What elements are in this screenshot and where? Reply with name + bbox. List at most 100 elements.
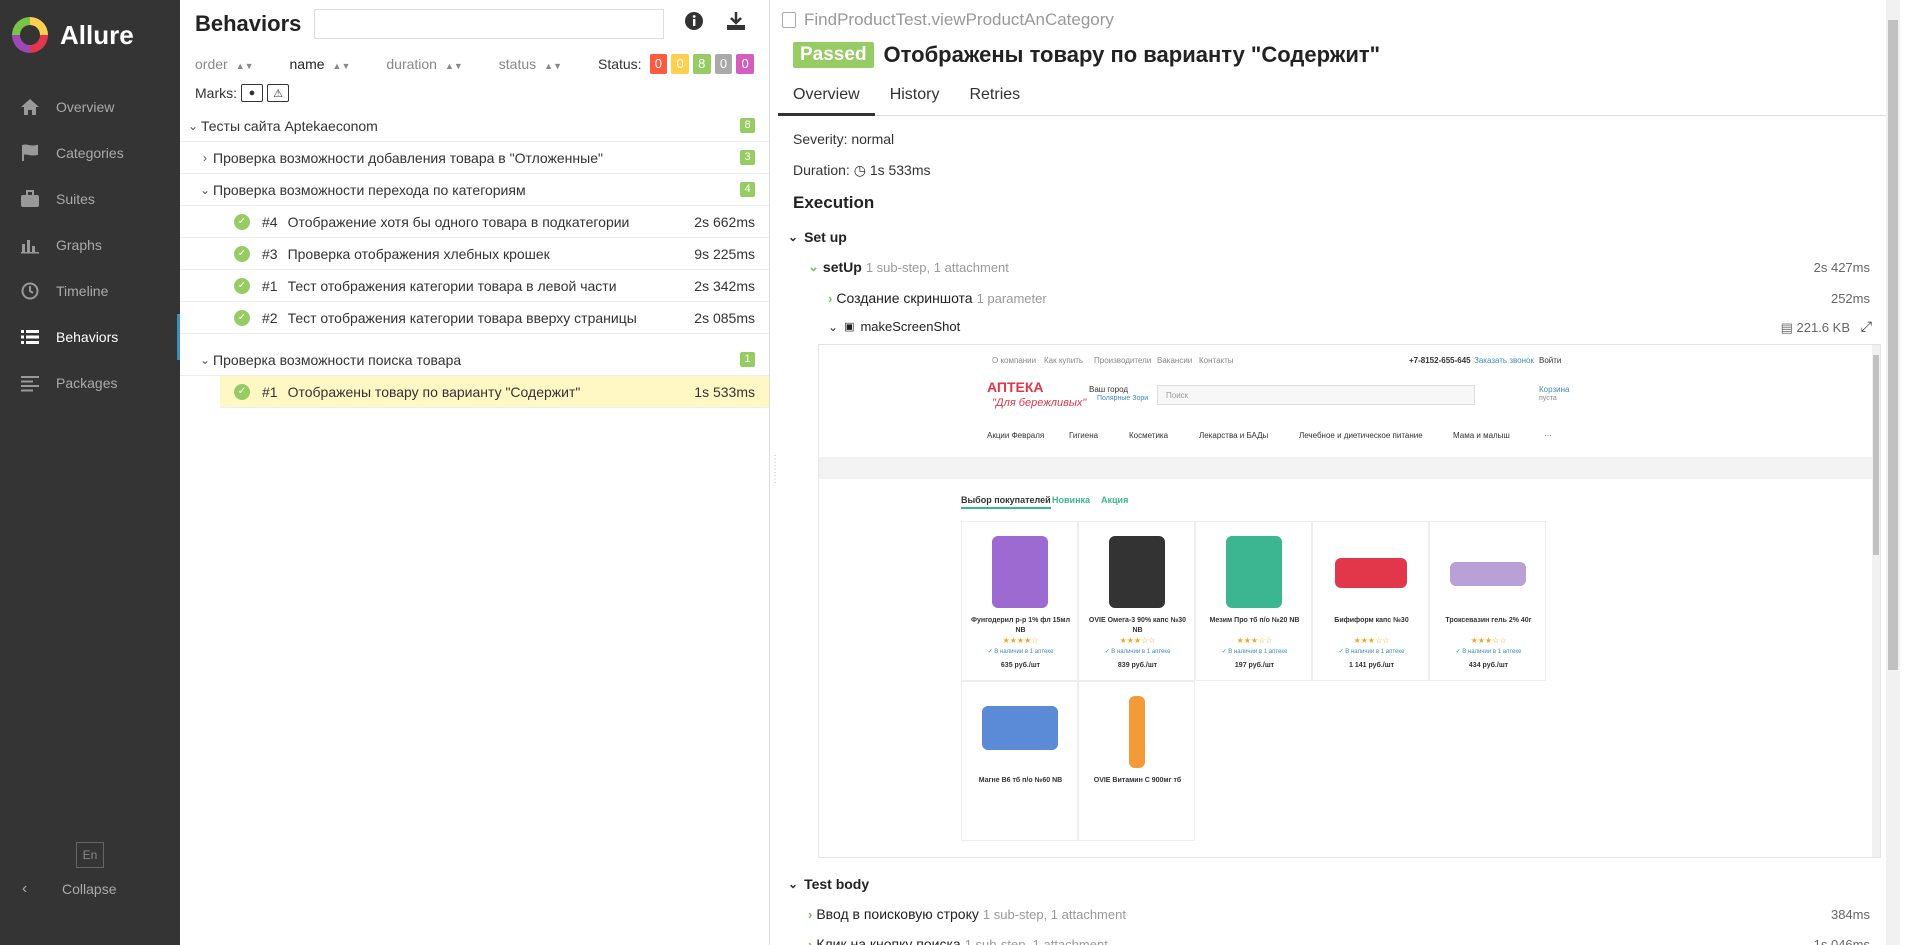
tree-group[interactable]: ⌄ Проверка возможности перехода по катег… [180,174,769,206]
chevron-down-icon: ⌄ [199,182,211,197]
chevron-right-icon: › [808,936,813,945]
availability: ✓ В наличии в 1 аптеке [1104,649,1171,655]
test-row[interactable]: ✓ #4 Отображение хотя бы одного товара в… [180,206,769,238]
tree-group[interactable]: › Проверка возможности добавления товара… [180,142,769,174]
chevron-down-icon: ⌄ [828,319,839,334]
align-left-icon [18,373,42,393]
step-duration: 1s 046ms [1813,937,1870,945]
tree-group[interactable]: ⌄ Проверка возможности поиска товара 1 [180,344,769,376]
sidebar-item-packages[interactable]: Packages [0,360,180,406]
test-row[interactable]: ✓ #3 Проверка отображения хлебных крошек… [180,238,769,270]
details-tabs: Overview History Retries [778,80,1900,116]
product-name: Троксевазин гель 2% 40г [1445,617,1532,624]
language-button[interactable]: En [76,842,104,868]
sidebar-item-label: Behaviors [56,329,119,345]
test-row[interactable]: ✓ #2 Тест отображения категории товара в… [180,302,769,334]
availability: ✓ В наличии в 1 аптеке [1455,649,1522,655]
rating-stars: ★★★☆☆ [1353,636,1390,645]
status-skipped-badge[interactable]: 0 [714,54,733,74]
tab-retries[interactable]: Retries [954,80,1035,116]
sidebar-item-label: Graphs [56,237,102,253]
status-filter-label: Status: [597,56,642,72]
scroll-thumb[interactable] [1873,355,1879,555]
product-image [1335,558,1407,588]
warning-icon[interactable]: ⚠ [267,84,289,102]
brand[interactable]: Allure [0,0,180,70]
allure-logo-icon [12,17,48,53]
substep[interactable]: › Создание скриншота 1 parameter [828,290,1047,306]
group-label: Проверка возможности перехода по категор… [213,181,526,198]
sidebar-item-suites[interactable]: Suites [0,176,180,222]
status-passed-badge[interactable]: 8 [692,54,711,74]
body-step[interactable]: › Ввод в поисковую строку 1 sub-step, 1 … [808,906,1126,922]
availability: ✓ В наличии в 1 аптеке [1338,649,1405,655]
product-name: OVIE Омега-3 90% капс №30 NB [1088,617,1187,634]
sort-name[interactable]: name ▲▼ [290,56,351,72]
test-name: Проверка отображения хлебных крошек [287,245,550,262]
collapse-button[interactable]: ‹ Collapse [22,880,116,898]
test-row[interactable]: ✓ #1 Тест отображения категории товара в… [180,270,769,302]
sidebar-item-graphs[interactable]: Graphs [0,222,180,268]
sort-arrows-icon: ▲▼ [444,61,463,71]
product-image [1109,536,1165,608]
test-number: #1 [262,277,278,294]
sidebar-item-categories[interactable]: Categories [0,130,180,176]
duration-value: 1s 533ms [869,162,931,178]
status-unknown-badge[interactable]: 0 [736,54,755,74]
test-body-section[interactable]: ⌄ Test body [788,876,869,892]
site-top-link: Вакансии [1157,356,1193,365]
status-broken-badge[interactable]: 0 [671,54,689,74]
info-icon[interactable] [682,11,706,37]
site-menu-item: Лечебное и диетическое питание [1299,431,1423,440]
setup-step[interactable]: ⌄ setUp 1 sub-step, 1 attachment [808,259,1009,275]
passed-check-icon: ✓ [234,245,250,262]
scroll-thumb[interactable] [1888,20,1898,670]
details-scrollbar[interactable] [1886,0,1900,945]
home-icon [18,97,42,117]
product-card: Мезим Про тб п/о №20 NB ★★★☆☆ ✓ В наличи… [1195,521,1312,681]
expand-icon[interactable]: ⤢ [1861,318,1872,335]
attachment-size: ▤ 221.6 KB [1781,320,1850,336]
product-image [992,536,1048,608]
count-badge: 1 [740,352,755,367]
attachment-scrollbar[interactable] [1872,345,1880,857]
product-name: OVIE Витамин С 900мг тб [1093,777,1182,784]
body-step[interactable]: › Клик на кнопку поиска 1 sub-step, 1 at… [808,936,1108,945]
download-icon[interactable] [724,11,748,37]
search-input[interactable] [314,9,665,39]
status-failed-badge[interactable]: 0 [649,54,668,74]
count-badge: 8 [740,118,755,133]
test-row-selected[interactable]: ✓ #1 Отображены товару по варианту "Соде… [220,376,769,408]
tab-history[interactable]: History [875,80,955,116]
sort-status[interactable]: status ▲▼ [499,56,562,72]
site-top-link: Производители [1094,356,1152,365]
sort-order[interactable]: order ▲▼ [195,56,254,72]
flag-icon [18,143,42,163]
chevron-down-icon: ⌄ [187,118,199,133]
chevron-right-icon: › [828,290,833,306]
tab-overview[interactable]: Overview [778,80,875,116]
test-name: Тест отображения категории товара вверху… [287,309,637,326]
step-meta: 1 parameter [976,290,1047,306]
copy-icon[interactable] [782,12,796,28]
tree-group-root[interactable]: ⌄ Тесты сайта Aptekaeconom 8 [180,110,769,142]
sidebar-item-overview[interactable]: Overview [0,84,180,130]
price: 635 руб./шт [1000,662,1041,669]
site-menu: Акции Февраля Гигиена Косметика Лекарств… [819,425,1874,445]
status-badge: Passed [793,42,874,68]
test-number: #3 [262,245,278,262]
site-search: Поиск [1157,385,1475,405]
sort-duration[interactable]: duration ▲▼ [386,56,462,72]
sidebar-item-timeline[interactable]: Timeline [0,268,180,314]
pane-splitter[interactable]: ⋮ ⋮ ⋮ [770,455,780,485]
flaky-bomb-icon[interactable]: ● [241,84,263,102]
sidebar-item-label: Overview [56,99,115,115]
attachment-row[interactable]: ⌄ ▣ makeScreenShot [828,319,960,334]
image-icon: ▣ [844,321,855,333]
execution-heading: Execution [793,193,875,212]
setup-section[interactable]: ⌄ Set up [788,229,847,245]
sidebar-item-behaviors[interactable]: Behaviors [0,314,180,360]
sidebar: Allure Overview Categories Suites Graphs… [0,0,180,945]
site-tabs: Выбор покупателей Новинка Акция [819,495,1874,515]
step-meta: 1 sub-step, 1 attachment [964,936,1108,945]
